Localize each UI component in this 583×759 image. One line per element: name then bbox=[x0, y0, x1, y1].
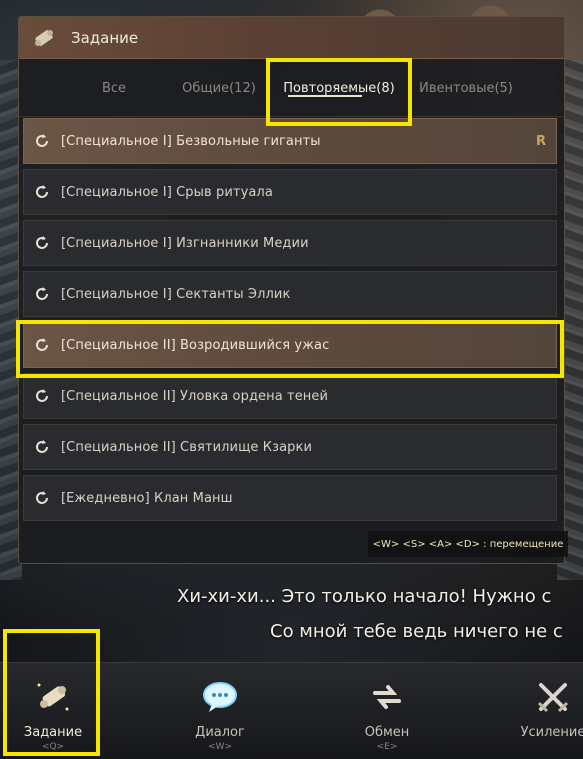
quest-label: [Специальное II] Возродившийся ужас bbox=[61, 337, 330, 353]
action-label: Усиление bbox=[520, 725, 583, 740]
tab-general[interactable]: Общие(12) bbox=[174, 59, 264, 117]
quest-item[interactable]: [Специальное II] Уловка ордена теней bbox=[23, 373, 557, 419]
action-label: Диалог bbox=[195, 725, 245, 740]
quest-label: [Специальное I] Сектанты Эллик bbox=[61, 286, 291, 302]
quest-item[interactable]: [Специальное I] Изгнанники Медии bbox=[23, 220, 557, 266]
quest-panel: Задание Все Общие(12) Повторяемые(8) Иве… bbox=[18, 16, 565, 564]
crossed-swords-icon bbox=[531, 675, 575, 719]
active-tab-underline bbox=[288, 95, 362, 97]
tab-repeatable[interactable]: Повторяемые(8) bbox=[275, 59, 403, 117]
action-dialog-button[interactable]: Диалог <W> bbox=[160, 663, 280, 759]
exchange-arrows-icon bbox=[365, 675, 409, 719]
repeat-icon bbox=[32, 284, 52, 304]
action-bar: Задание <Q> Диалог <W> Обмен <E> Усилени… bbox=[0, 662, 583, 759]
quest-label: [Специальное I] Срыв ритуала bbox=[61, 184, 273, 200]
scroll-icon bbox=[31, 675, 75, 719]
speech-bubble-icon bbox=[198, 675, 242, 719]
quest-label: [Специальное I] Изгнанники Медии bbox=[61, 235, 309, 251]
repeat-icon bbox=[32, 131, 52, 151]
quest-item[interactable]: [Специальное I] Срыв ритуала bbox=[23, 169, 557, 215]
dialogue-subtitle-line2: Со мной тебе ведь ничего не с bbox=[270, 621, 563, 642]
repeat-icon bbox=[32, 437, 52, 457]
repeat-icon bbox=[32, 488, 52, 508]
quest-item[interactable]: [Специальное I] Безвольные гиганты R bbox=[23, 118, 557, 164]
repeat-icon bbox=[32, 386, 52, 406]
quest-label: [Специальное II] Святилище Кзарки bbox=[61, 439, 313, 455]
action-trade-button[interactable]: Обмен <E> bbox=[327, 663, 447, 759]
action-label: Задание bbox=[23, 725, 83, 740]
quest-badge: R bbox=[535, 133, 546, 149]
dialogue-subtitle-line1: Хи-хи-хи... Это только начало! Нужно с bbox=[177, 586, 552, 607]
action-key: <Q> bbox=[41, 742, 65, 752]
quest-label: [Специальное I] Безвольные гиганты bbox=[61, 133, 321, 149]
repeat-icon bbox=[32, 233, 52, 253]
quest-label: [Ежедневно] Клан Манш bbox=[61, 490, 233, 506]
tab-all[interactable]: Все bbox=[79, 59, 149, 117]
tab-bar: Все Общие(12) Повторяемые(8) Ивентовые(5… bbox=[19, 59, 564, 117]
quest-item[interactable]: [Ежедневно] Клан Манш bbox=[23, 475, 557, 521]
quest-item[interactable]: [Специальное I] Сектанты Эллик bbox=[23, 271, 557, 317]
repeat-icon bbox=[32, 182, 52, 202]
quest-item[interactable]: [Специальное II] Возродившийся ужас bbox=[23, 322, 557, 368]
tab-event[interactable]: Ивентовые(5) bbox=[411, 59, 521, 117]
action-task-button[interactable]: Задание <Q> bbox=[0, 663, 113, 759]
quest-item[interactable]: [Специальное II] Святилище Кзарки bbox=[23, 424, 557, 470]
movement-hint: <W> <S> <A> <D> : перемещение bbox=[368, 531, 568, 557]
quest-label: [Специальное II] Уловка ордена теней bbox=[61, 388, 329, 404]
scroll-icon bbox=[29, 23, 59, 53]
action-label: Обмен bbox=[364, 725, 410, 740]
action-enhance-button[interactable]: Усиление bbox=[493, 663, 583, 759]
repeat-icon bbox=[32, 335, 52, 355]
action-key: <W> bbox=[208, 742, 232, 752]
panel-title: Задание bbox=[71, 28, 139, 47]
panel-header: Задание bbox=[19, 17, 564, 59]
action-key: <E> bbox=[376, 742, 398, 752]
